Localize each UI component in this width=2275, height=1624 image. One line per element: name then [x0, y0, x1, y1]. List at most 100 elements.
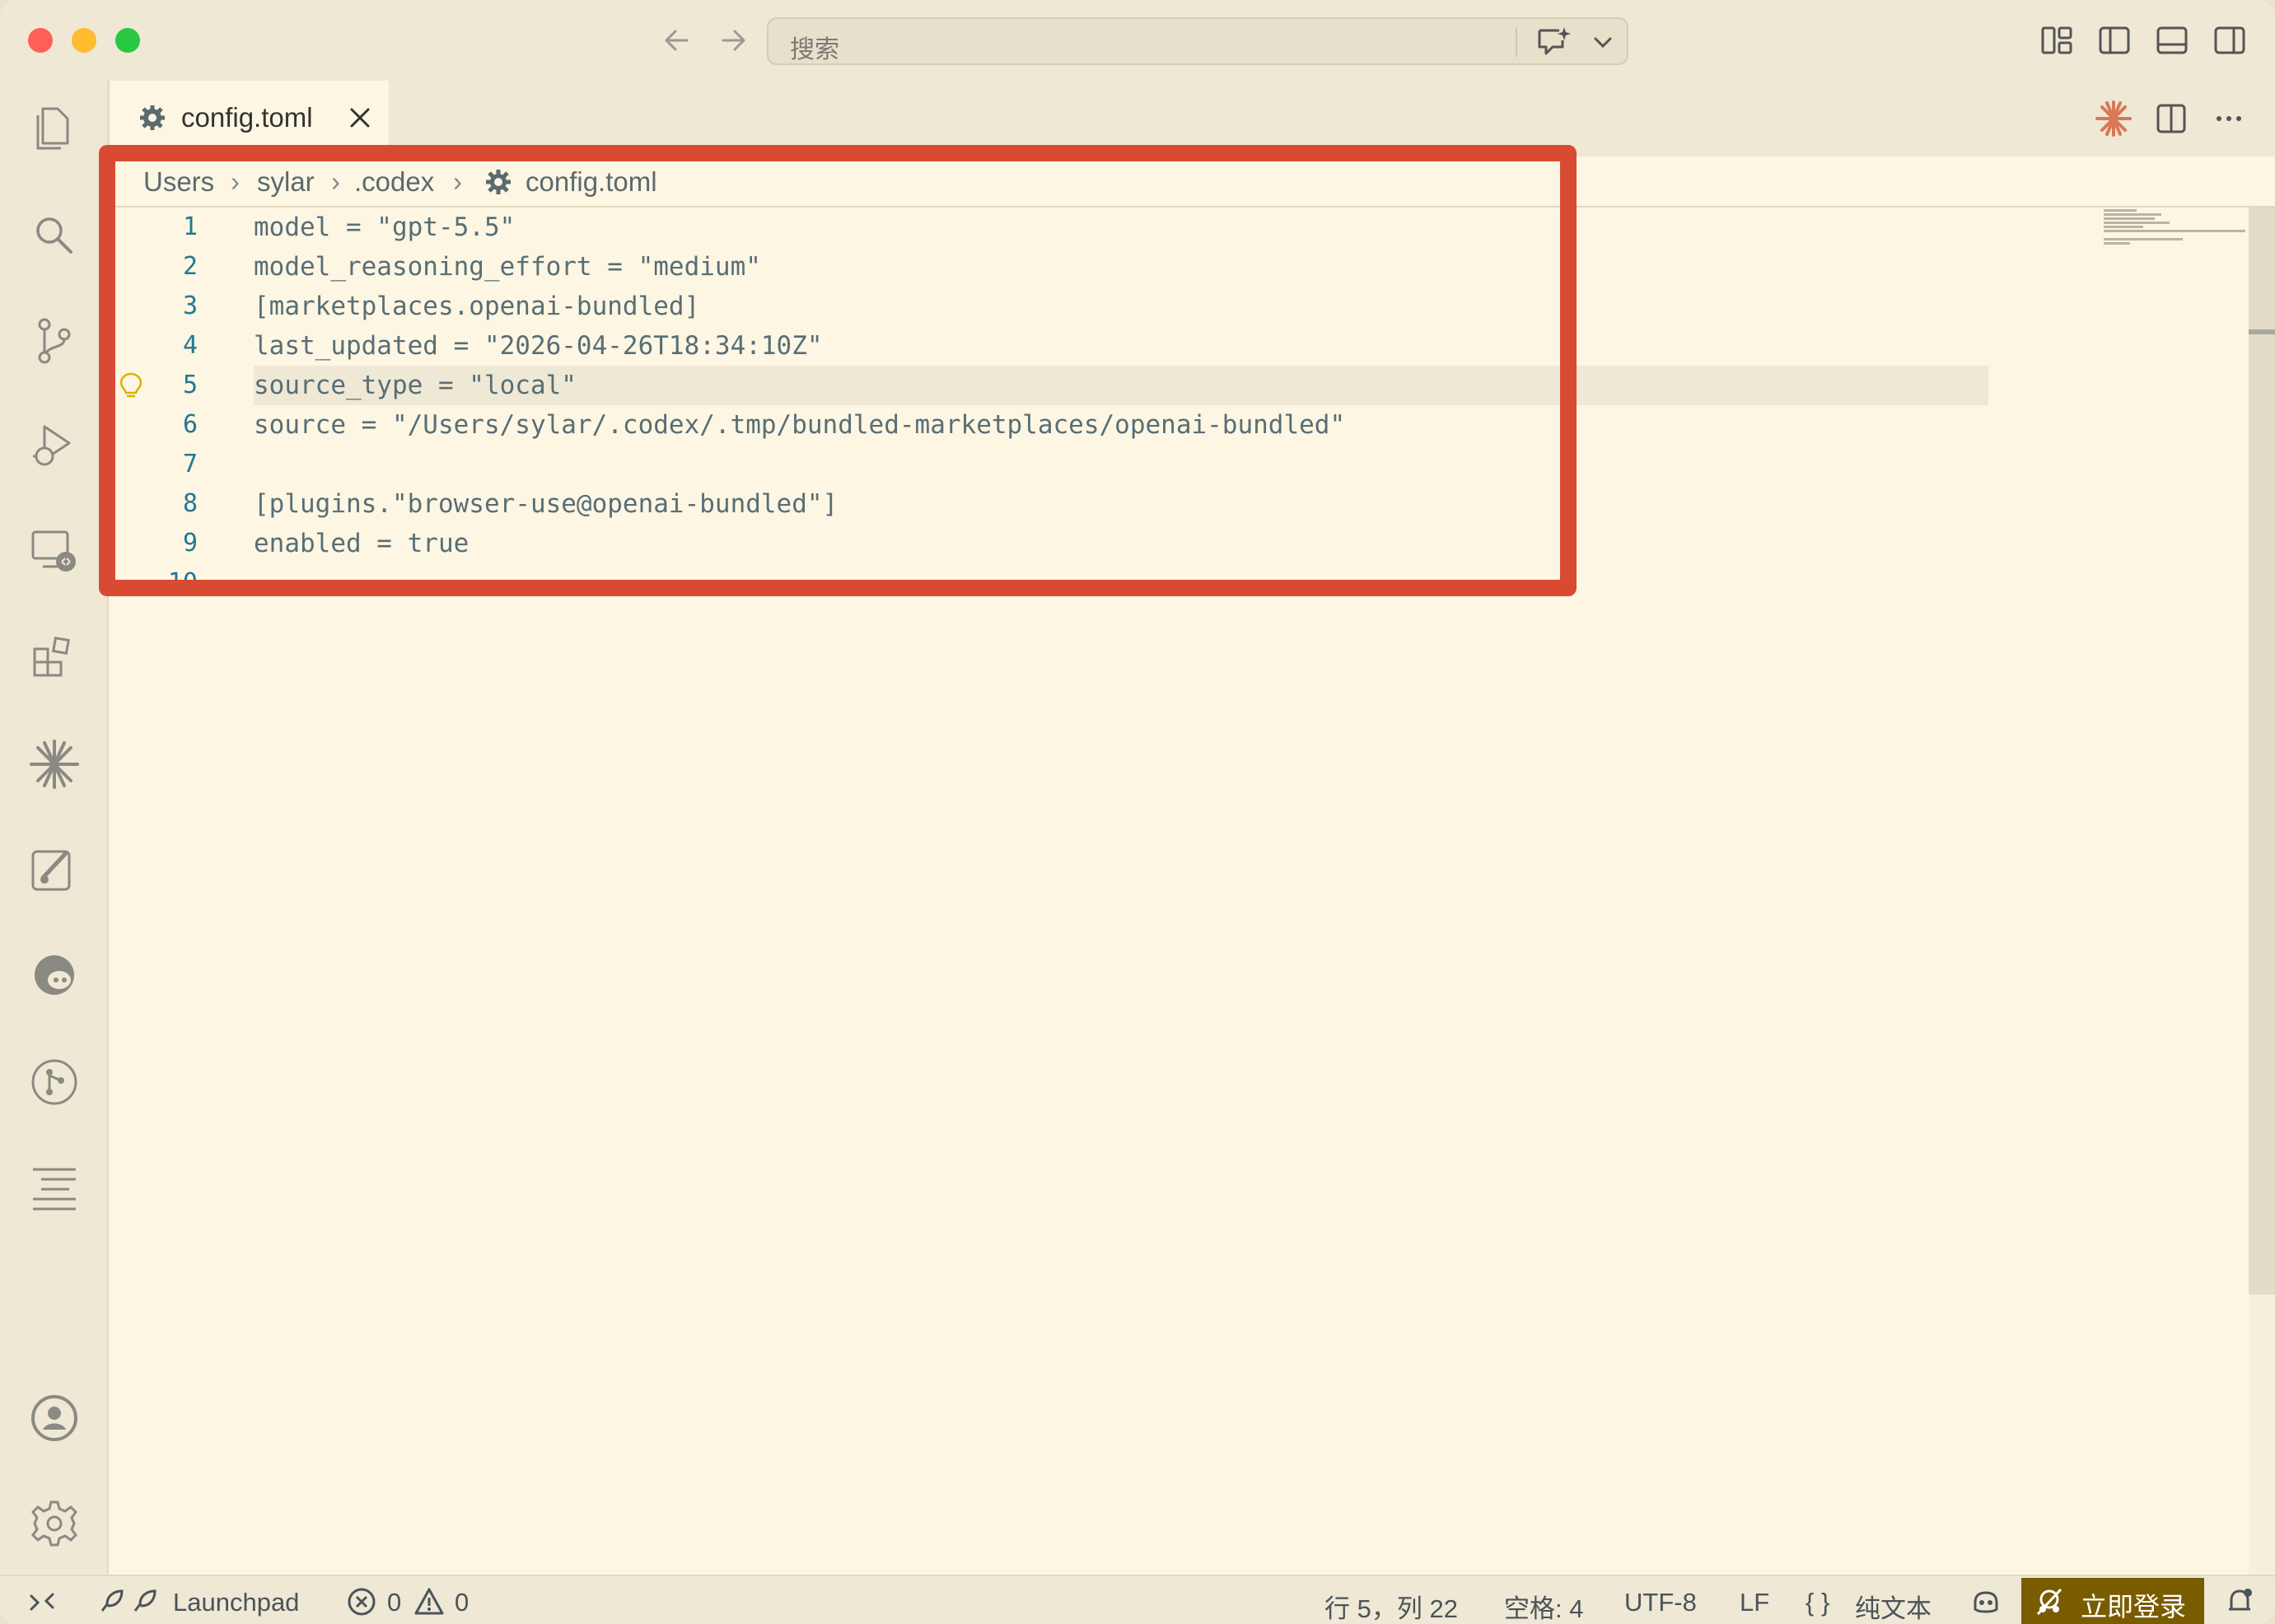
- code-line[interactable]: 8 [plugins."browser-use@openai-bundled"]: [109, 484, 1987, 524]
- minimap-line: [2104, 222, 2170, 224]
- claude-icon[interactable]: [26, 736, 82, 792]
- explorer-icon[interactable]: [26, 100, 82, 156]
- error-count[interactable]: 0: [387, 1588, 401, 1617]
- editor-tab-bar: config.toml: [109, 81, 2275, 156]
- manage-gear-icon[interactable]: [26, 1496, 82, 1552]
- remote-explorer-icon[interactable]: [26, 524, 82, 580]
- forward-arrow-icon[interactable]: [715, 21, 751, 59]
- line-number: 8: [182, 489, 198, 518]
- line-number: 3: [182, 292, 198, 320]
- code-text[interactable]: source = "/Users/sylar/.codex/.tmp/bundl…: [254, 410, 1345, 440]
- more-actions-icon[interactable]: [2209, 99, 2249, 138]
- line-number: 7: [182, 450, 198, 478]
- title-bar: 搜索: [0, 0, 2275, 81]
- minimap-line: [2104, 242, 2130, 245]
- code-line[interactable]: 1 model = "gpt-5.5": [109, 208, 1987, 247]
- toggle-panel-icon[interactable]: [2153, 21, 2191, 59]
- search-icon[interactable]: [26, 208, 82, 264]
- language-mode[interactable]: 纯文本: [1855, 1588, 1932, 1624]
- error-icon[interactable]: [346, 1586, 377, 1617]
- customize-layout-icon[interactable]: [2038, 21, 2076, 59]
- breadcrumb-item-sylar[interactable]: sylar: [257, 166, 315, 198]
- code-line[interactable]: 9 enabled = true: [109, 524, 1987, 563]
- back-arrow-icon[interactable]: [659, 21, 695, 59]
- breadcrumb-separator: ›: [453, 166, 462, 197]
- split-editor-icon[interactable]: [2151, 99, 2191, 138]
- minimap-line: [2104, 217, 2155, 220]
- minimize-window-button[interactable]: [72, 28, 96, 53]
- activity-bar: [0, 81, 109, 1575]
- indentation[interactable]: 空格: 4: [1504, 1588, 1583, 1624]
- git-graph-icon[interactable]: [26, 1054, 82, 1110]
- status-bar: Launchpad 0 0 行 5，列 22 空格: 4 UTF-8 LF { …: [0, 1575, 2275, 1624]
- code-line-active[interactable]: 5 source_type = "local": [109, 366, 1988, 405]
- warning-count[interactable]: 0: [455, 1588, 469, 1617]
- chat-sparkle-icon[interactable]: [1535, 26, 1572, 58]
- minimap[interactable]: [2104, 208, 2249, 273]
- signin-button[interactable]: 立即登录: [2021, 1578, 2204, 1624]
- copilot-icon[interactable]: [1970, 1586, 2002, 1617]
- close-icon[interactable]: [346, 104, 374, 132]
- code-line[interactable]: 7: [109, 445, 1987, 484]
- line-number: 6: [182, 410, 198, 439]
- line-number: 10: [167, 568, 198, 597]
- warning-icon[interactable]: [413, 1586, 445, 1617]
- breadcrumb-separator: ›: [331, 166, 340, 197]
- minimap-line: [2104, 226, 2143, 228]
- breadcrumb-item-config-toml[interactable]: config.toml: [526, 166, 657, 198]
- claude-spark-icon[interactable]: [2094, 99, 2133, 138]
- chevron-down-icon[interactable]: [1591, 29, 1615, 55]
- code-line[interactable]: 3 [marketplaces.openai-bundled]: [109, 287, 1987, 326]
- code-line[interactable]: 6 source = "/Users/sylar/.codex/.tmp/bun…: [109, 405, 1987, 445]
- zoom-window-button[interactable]: [115, 28, 140, 53]
- line-number: 1: [182, 212, 198, 241]
- accounts-icon[interactable]: [26, 1390, 82, 1446]
- line-number: 2: [182, 252, 198, 281]
- launchpad-icon[interactable]: [96, 1586, 161, 1617]
- breadcrumb-item-codex[interactable]: .codex: [354, 166, 434, 198]
- gear-icon: [484, 168, 512, 196]
- extensions-icon[interactable]: [26, 629, 82, 685]
- code-line[interactable]: 4 last_updated = "2026-04-26T18:34:10Z": [109, 326, 1987, 366]
- breadcrumb: Users › sylar › .codex › config.toml: [109, 156, 2275, 208]
- code-text[interactable]: model = "gpt-5.5": [254, 212, 515, 242]
- code-text[interactable]: enabled = true: [254, 529, 469, 558]
- minimap-line: [2104, 209, 2137, 212]
- encoding[interactable]: UTF-8: [1624, 1588, 1697, 1617]
- tab-label: config.toml: [181, 102, 313, 133]
- code-line[interactable]: 10: [109, 563, 1987, 603]
- toggle-primary-sidebar-icon[interactable]: [2095, 21, 2133, 59]
- close-window-button[interactable]: [28, 28, 53, 53]
- code-text[interactable]: [plugins."browser-use@openai-bundled"]: [254, 489, 838, 519]
- line-number: 5: [182, 371, 198, 399]
- remote-indicator-icon[interactable]: [26, 1586, 58, 1617]
- end-of-line[interactable]: LF: [1740, 1588, 1769, 1617]
- run-and-debug-icon[interactable]: [26, 418, 82, 474]
- notebook-icon[interactable]: [26, 842, 82, 898]
- command-center-search[interactable]: 搜索: [767, 17, 1628, 65]
- source-control-icon[interactable]: [26, 313, 82, 369]
- ai-assistant-icon[interactable]: [26, 947, 82, 1003]
- line-number: 4: [182, 331, 198, 360]
- code-text[interactable]: model_reasoning_effort = "medium": [254, 252, 761, 282]
- line-number: 9: [182, 529, 198, 558]
- code-editor[interactable]: 1 model = "gpt-5.5" 2 model_reasoning_ef…: [109, 208, 2249, 1575]
- search-placeholder: 搜索: [790, 36, 839, 63]
- vscode-window: 搜索 config.toml Users › sylar › .codex › …: [0, 0, 2275, 1624]
- code-text[interactable]: last_updated = "2026-04-26T18:34:10Z": [254, 331, 823, 361]
- signin-label: 立即登录: [2081, 1592, 2187, 1622]
- minimap-line: [2104, 213, 2161, 216]
- cursor-position[interactable]: 行 5，列 22: [1324, 1588, 1458, 1624]
- braces-icon[interactable]: { }: [1806, 1588, 1829, 1617]
- tab-config-toml[interactable]: config.toml: [110, 81, 389, 156]
- launchpad-label[interactable]: Launchpad: [173, 1588, 299, 1617]
- scrollbar-thumb[interactable]: [2249, 208, 2275, 1295]
- code-line[interactable]: 2 model_reasoning_effort = "medium": [109, 247, 1987, 287]
- notifications-bell-icon[interactable]: [2224, 1586, 2255, 1617]
- outline-icon[interactable]: [26, 1160, 82, 1216]
- code-text[interactable]: source_type = "local": [254, 371, 577, 400]
- code-text[interactable]: [marketplaces.openai-bundled]: [254, 292, 699, 321]
- breadcrumb-item-users[interactable]: Users: [143, 166, 214, 198]
- toggle-secondary-sidebar-icon[interactable]: [2211, 21, 2249, 59]
- account-signin-icon: [2033, 1584, 2066, 1617]
